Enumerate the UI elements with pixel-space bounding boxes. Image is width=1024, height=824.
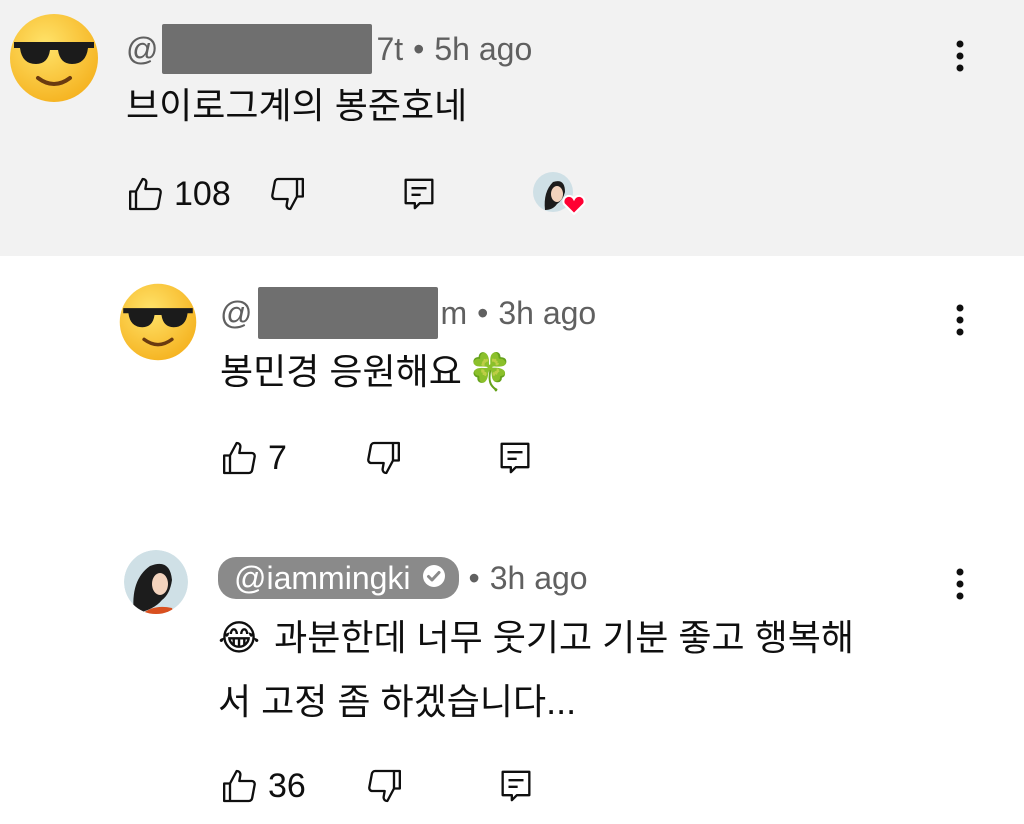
author-handle-suffix[interactable]: m <box>440 295 467 332</box>
reply-button[interactable] <box>399 174 439 214</box>
dislike-button[interactable] <box>364 766 404 806</box>
comment-text: 봉민경 응원해요 <box>220 351 462 392</box>
comment-text-line1: 과분한데 너무 웃기고 기분 좋고 행복해 <box>274 617 855 658</box>
separator-dot: • <box>468 559 480 596</box>
comment-item: @ 7t • 5h ago 브이로그계의 봉준호네 108 <box>0 0 1024 256</box>
reply-icon <box>500 442 530 474</box>
reply-icon <box>501 770 531 802</box>
reply-button[interactable] <box>496 766 536 806</box>
comment-meta: @ m • 3h ago <box>220 287 596 339</box>
comment-text: 브이로그계의 봉준호네 <box>126 85 468 126</box>
face-with-tears-of-joy-icon: 😂 <box>218 617 261 658</box>
comment-text-row: 봉민경 응원해요 🍀 <box>220 340 513 404</box>
redacted-handle <box>258 287 439 339</box>
author-handle: @iammingki <box>234 559 411 596</box>
like-count: 108 <box>174 174 231 213</box>
avatar-sunglasses-emoji[interactable] <box>8 12 100 104</box>
dislike-button[interactable] <box>267 174 307 214</box>
sunglasses-face-icon <box>119 283 197 361</box>
like-count: 7 <box>268 438 287 477</box>
timestamp[interactable]: 3h ago <box>490 560 588 597</box>
separator-dot: • <box>413 30 425 67</box>
redacted-handle <box>162 24 373 74</box>
like-button[interactable]: 108 <box>126 174 231 214</box>
more-vert-icon[interactable] <box>940 36 980 76</box>
author-handle[interactable]: @ <box>126 31 158 68</box>
thumbs-down-icon <box>270 177 304 211</box>
creator-heart-badge[interactable] <box>531 170 587 218</box>
sunglasses-face-icon <box>10 14 98 102</box>
reply-button[interactable] <box>495 438 535 478</box>
timestamp[interactable]: 5h ago <box>434 31 532 68</box>
author-handle-suffix[interactable]: 7t <box>376 31 403 68</box>
dislike-button[interactable] <box>363 438 403 478</box>
thumbs-up-icon <box>129 177 162 211</box>
like-button[interactable]: 7 <box>220 438 287 478</box>
avatar-sunglasses-emoji[interactable] <box>118 282 198 362</box>
comment-actions: 108 <box>126 172 587 216</box>
thumbs-up-icon <box>223 769 256 803</box>
comment-meta: @iammingki • 3h ago <box>218 556 588 600</box>
four-leaf-clover-icon: 🍀 <box>467 351 513 392</box>
reply-comment-item: @ m • 3h ago 봉민경 응원해요 🍀 7 <box>0 256 1024 496</box>
like-button[interactable]: 36 <box>220 766 306 806</box>
comment-actions: 7 <box>220 436 535 480</box>
author-handle[interactable]: @ <box>220 295 252 332</box>
creator-handle-pill[interactable]: @iammingki <box>218 557 459 599</box>
creator-avatar[interactable] <box>124 550 188 614</box>
more-vert-icon[interactable] <box>940 300 980 340</box>
thumbs-up-icon <box>223 441 256 475</box>
comment-actions: 36 <box>220 764 536 808</box>
verified-check-icon <box>421 560 447 597</box>
comment-text-line2: 서 고정 좀 하겠습니다... <box>218 681 577 722</box>
comment-text-block: 😂 과분한데 너무 웃기고 기분 좋고 행복해 서 고정 좀 하겠습니다... <box>218 606 958 734</box>
separator-dot: • <box>477 294 489 331</box>
thumbs-down-icon <box>367 769 401 803</box>
reply-icon <box>404 178 434 210</box>
like-count: 36 <box>268 766 306 805</box>
heart-icon <box>562 194 586 216</box>
timestamp[interactable]: 3h ago <box>498 295 596 332</box>
thumbs-down-icon <box>367 441 400 475</box>
creator-reply-item: @iammingki • 3h ago 😂 과분한데 너무 웃기고 기분 좋고 … <box>0 496 1024 824</box>
more-vert-icon[interactable] <box>940 564 980 604</box>
comment-meta: @ 7t • 5h ago <box>126 24 532 74</box>
